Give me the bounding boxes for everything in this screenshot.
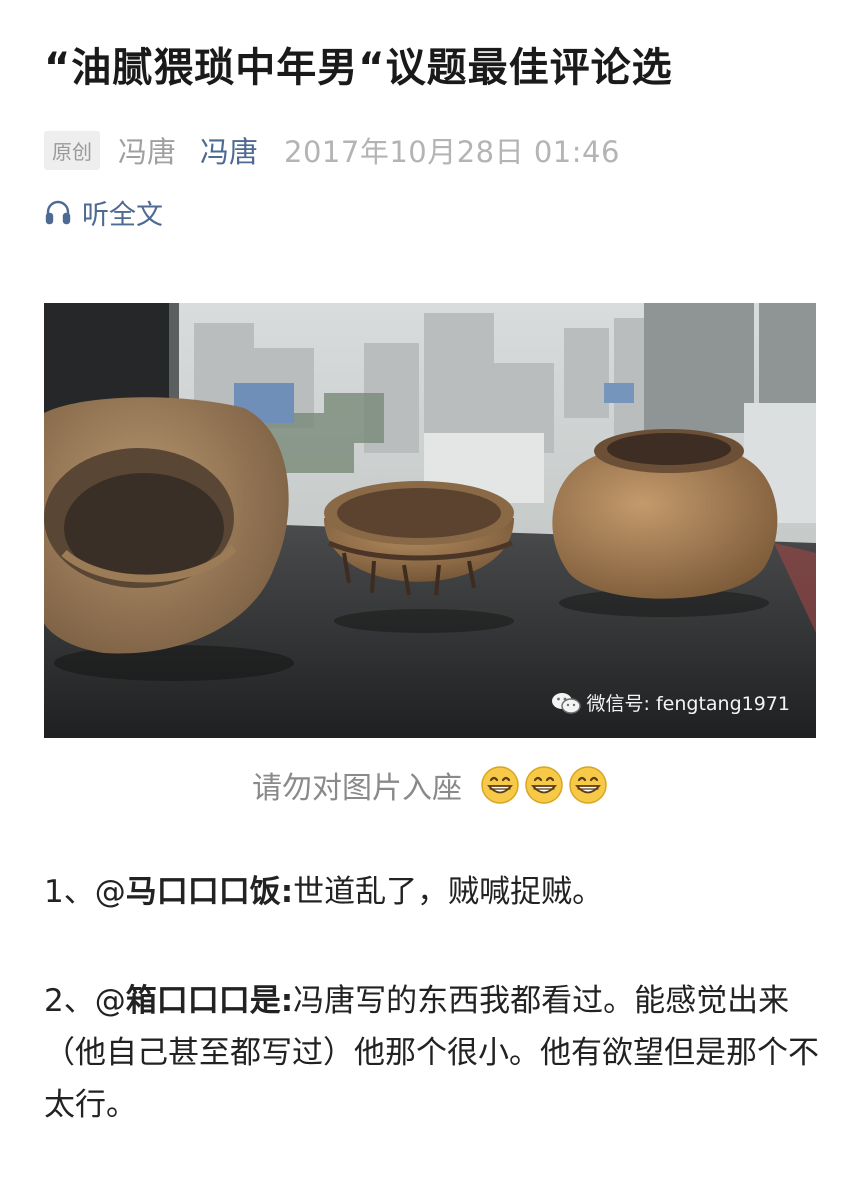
wechat-icon bbox=[551, 692, 581, 714]
publish-date: 2017年10月28日 01:46 bbox=[284, 135, 620, 169]
article-title: “油腻猥琐中年男“议题最佳评论选 bbox=[44, 45, 673, 91]
comment-prefix: 1、@ bbox=[44, 874, 126, 910]
article-meta: 原创 冯唐 冯唐 2017年10月28日 01:46 bbox=[44, 130, 620, 170]
listen-label: 听全文 bbox=[82, 199, 163, 231]
caption-emojis bbox=[476, 765, 608, 805]
grinning-face-emoji-icon bbox=[569, 766, 607, 804]
comment-prefix: 2、@ bbox=[44, 983, 126, 1019]
grinning-face-emoji-icon bbox=[481, 766, 519, 804]
caption-text: 请勿对图片入座 bbox=[252, 771, 462, 806]
watermark-text: 微信号: fengtang1971 bbox=[586, 693, 790, 715]
comment-user: 箱口口口是: bbox=[125, 983, 294, 1019]
article-photo: 微信号: fengtang1971 bbox=[44, 303, 816, 738]
author-name: 冯唐 bbox=[118, 135, 177, 169]
headphones-icon bbox=[45, 200, 71, 225]
photo-caption: 请勿对图片入座 bbox=[0, 760, 860, 810]
pottery-photo-illustration bbox=[44, 303, 816, 738]
comment-item: 1、@马口口口饭:世道乱了，贼喊捉贼。 bbox=[44, 866, 824, 918]
comment-text: 世道乱了，贼喊捉贼。 bbox=[293, 874, 604, 910]
listen-full-text-button[interactable]: 听全文 bbox=[44, 192, 163, 232]
comment-item: 2、@箱口口口是:冯唐写的东西我都看过。能感觉出来（他自己甚至都写过）他那个很小… bbox=[44, 975, 824, 1131]
photo-watermark: 微信号: fengtang1971 bbox=[551, 689, 790, 716]
account-link[interactable]: 冯唐 bbox=[200, 129, 258, 171]
comment-user: 马口口口饭: bbox=[125, 874, 294, 910]
grinning-face-emoji-icon bbox=[525, 766, 563, 804]
original-badge: 原创 bbox=[44, 130, 100, 170]
